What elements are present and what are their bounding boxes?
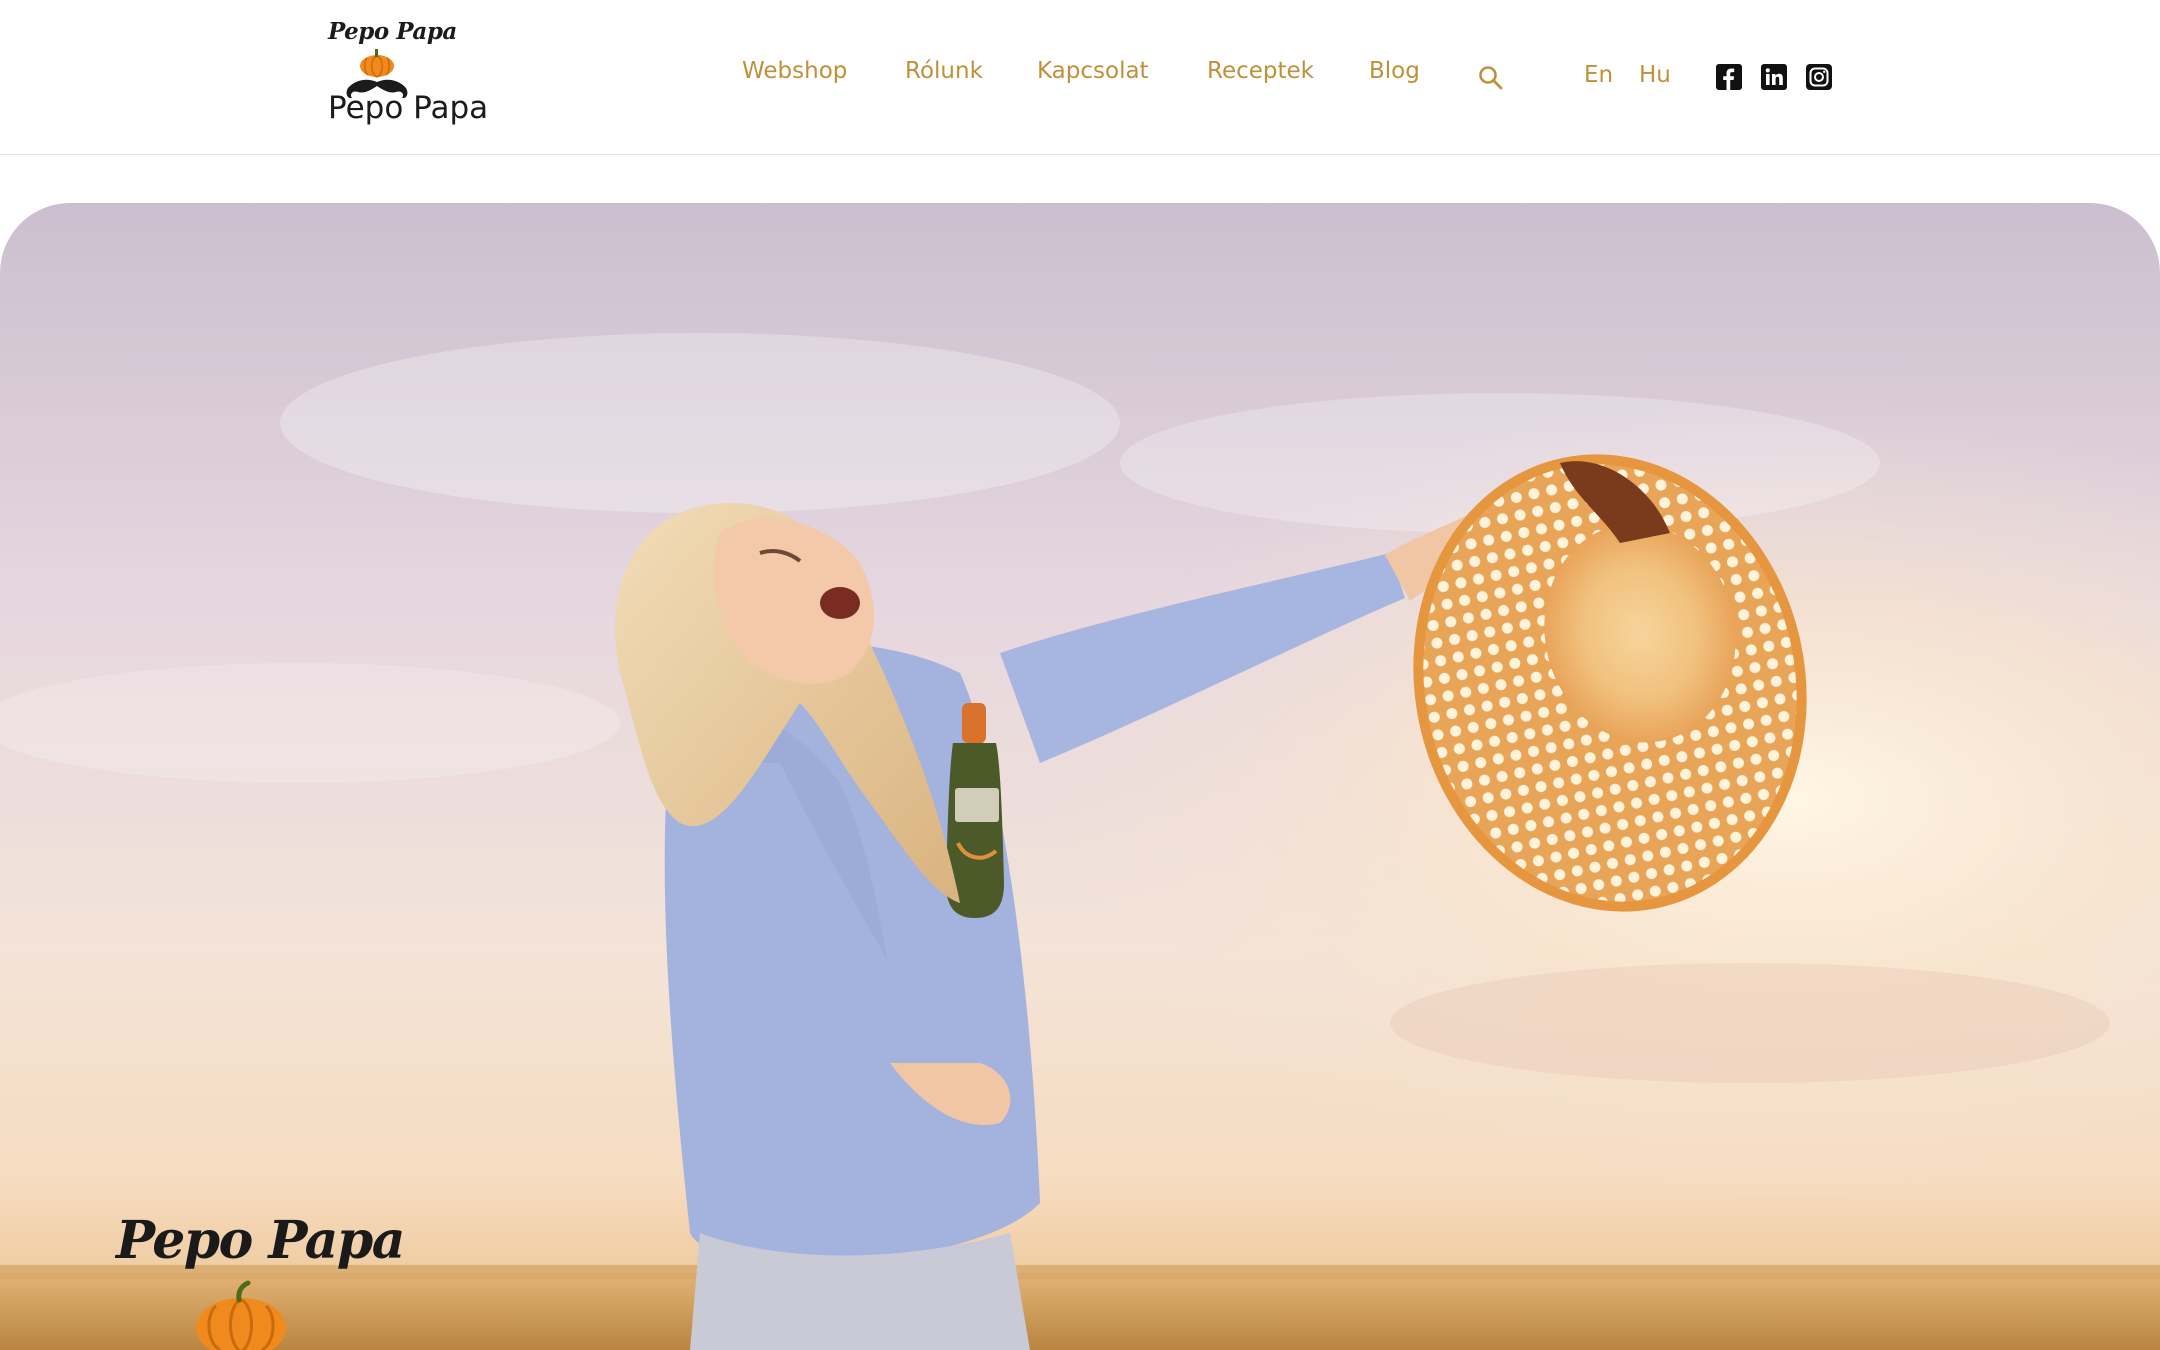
nav-item-kapcsolat[interactable]: Kapcsolat [1037, 58, 1149, 84]
instagram-icon[interactable] [1806, 64, 1832, 90]
hero-brand-script-name: Pepo Papa [116, 1210, 405, 1271]
search-icon[interactable] [1476, 63, 1506, 93]
facebook-icon[interactable] [1716, 64, 1742, 90]
linkedin-icon[interactable] [1761, 64, 1787, 90]
brand-script-name: Pepo Papa [328, 18, 457, 45]
hero-brand-logo: Pepo Papa [116, 1210, 405, 1350]
language-hu-link[interactable]: Hu [1639, 62, 1671, 88]
nav-item-webshop[interactable]: Webshop [742, 58, 847, 84]
nav-item-rolunk[interactable]: Rólunk [905, 58, 983, 84]
nav-item-receptek[interactable]: Receptek [1207, 58, 1314, 84]
site-header: Pepo Papa Pepo Papa Webshop Rólunk Kapcs… [0, 0, 2160, 155]
brand-logo[interactable]: Pepo Papa Pepo Papa [326, 18, 516, 138]
pumpkin-icon [196, 1280, 286, 1350]
language-en-link[interactable]: En [1584, 62, 1613, 88]
nav-item-blog[interactable]: Blog [1369, 58, 1420, 84]
brand-name: Pepo Papa [328, 90, 489, 126]
hero-photo [0, 203, 2160, 1350]
hero-image [0, 203, 2160, 1350]
